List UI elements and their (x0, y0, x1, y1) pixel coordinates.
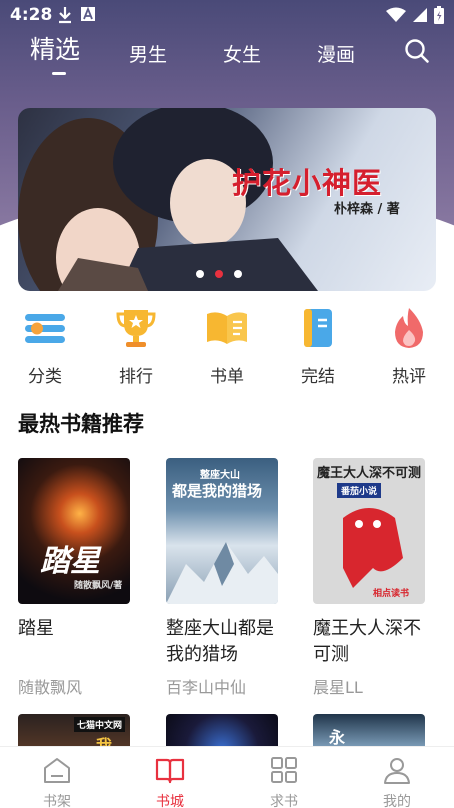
cover-title: 魔王大人深不可测 (317, 466, 422, 481)
shortcut-ranking[interactable]: 排行 (100, 306, 172, 387)
cover-badge: 番茄小说 (337, 483, 382, 498)
section-title: 最热书籍推荐 (18, 412, 144, 436)
book-author: 晨星LL (313, 678, 363, 697)
book-author: 百李山中仙 (166, 678, 247, 697)
bottom-tab-bar: 书架 书城 求书 我的 (0, 746, 454, 808)
carousel-dot[interactable] (234, 270, 242, 278)
shortcut-row: 分类 排行 书单 完结 热评 (0, 300, 454, 387)
cover-title: 踏星 (40, 544, 100, 579)
font-icon (81, 6, 95, 21)
bookshelf-icon (44, 758, 70, 783)
tab-label: 书架 (43, 794, 71, 808)
flame-icon (395, 308, 423, 348)
cover-publisher: 相点读书 (373, 589, 410, 599)
status-time: 4:28 (10, 5, 53, 25)
tab-male[interactable]: 男生 (129, 40, 167, 67)
book-cover: 魔王大人深不可测 番茄小说 相点读书 (313, 458, 425, 604)
tab-bookshelf[interactable]: 书架 (17, 755, 97, 808)
book-cover: 整座大山 都是我的猎场 (166, 458, 278, 604)
cover-author: 随散飘风/著 (74, 581, 123, 591)
battery-icon (434, 6, 444, 24)
shortcut-finished[interactable]: 完结 (282, 306, 354, 387)
tab-request-book[interactable]: 求书 (244, 755, 324, 808)
trophy-icon (116, 310, 156, 347)
shortcut-label: 书单 (210, 367, 244, 387)
shortcut-booklist[interactable]: 书单 (191, 306, 263, 387)
book-list-icon (207, 312, 247, 344)
book-author: 随散飘风 (18, 678, 83, 697)
book-card-demon-king[interactable]: 魔王大人深不可测 番茄小说 相点读书 魔王大人深不可测 晨星LL (313, 458, 427, 698)
book-title: 整座大山都是我的猎场 (166, 618, 274, 665)
banner-title: 护花小神医 (232, 166, 383, 200)
shortcut-label: 热评 (392, 367, 426, 387)
tab-label: 求书 (270, 794, 298, 808)
user-icon (384, 758, 410, 784)
tab-comics[interactable]: 漫画 (317, 40, 355, 67)
cover-title: 永 (329, 728, 346, 747)
cover-top-text: 整座大山 (200, 470, 240, 481)
banner-author: 朴梓森 / 著 (334, 202, 400, 217)
shortcut-category[interactable]: 分类 (9, 306, 81, 387)
category-icon (25, 314, 65, 343)
download-icon (59, 7, 71, 24)
open-book-icon (155, 758, 185, 784)
tab-female[interactable]: 女生 (223, 40, 261, 67)
wifi-icon (386, 7, 406, 22)
tab-label: 书城 (156, 794, 184, 808)
book-card-tiaxing[interactable]: 踏星 随散飘风/著 踏星 随散飘风 (18, 458, 132, 698)
carousel-dot[interactable] (196, 270, 204, 278)
cover-title: 都是我的猎场 (172, 482, 263, 500)
tab-featured[interactable]: 精选 (30, 30, 80, 66)
grid-icon (271, 757, 297, 783)
status-bar: 4:28 (0, 0, 454, 30)
tab-label: 我的 (383, 794, 411, 808)
shortcut-label: 分类 (28, 367, 62, 387)
carousel-dots (196, 270, 242, 278)
cover-badge: 七猫中文网 (74, 717, 126, 732)
book-cover: 踏星 随散飘风/著 (18, 458, 130, 604)
top-nav: 精选 男生 女生 漫画 (0, 34, 454, 78)
tab-bookstore[interactable]: 书城 (130, 755, 210, 808)
shortcut-label: 排行 (119, 367, 153, 387)
tab-active-indicator (52, 72, 66, 75)
shortcut-label: 完结 (301, 367, 335, 387)
carousel-dot-active[interactable] (215, 270, 223, 278)
shortcut-hot-reviews[interactable]: 热评 (373, 306, 445, 387)
tab-profile[interactable]: 我的 (357, 755, 437, 808)
book-title: 魔王大人深不可测 (313, 618, 421, 665)
finished-book-icon (304, 309, 332, 347)
search-icon[interactable] (404, 38, 430, 64)
banner-carousel[interactable]: 护花小神医 朴梓森 / 著 (18, 108, 436, 291)
book-title: 踏星 (18, 618, 54, 639)
book-card-hunting-ground[interactable]: 整座大山 都是我的猎场 整座大山都是我的猎场 百李山中仙 (166, 458, 280, 698)
signal-icon (413, 8, 427, 22)
